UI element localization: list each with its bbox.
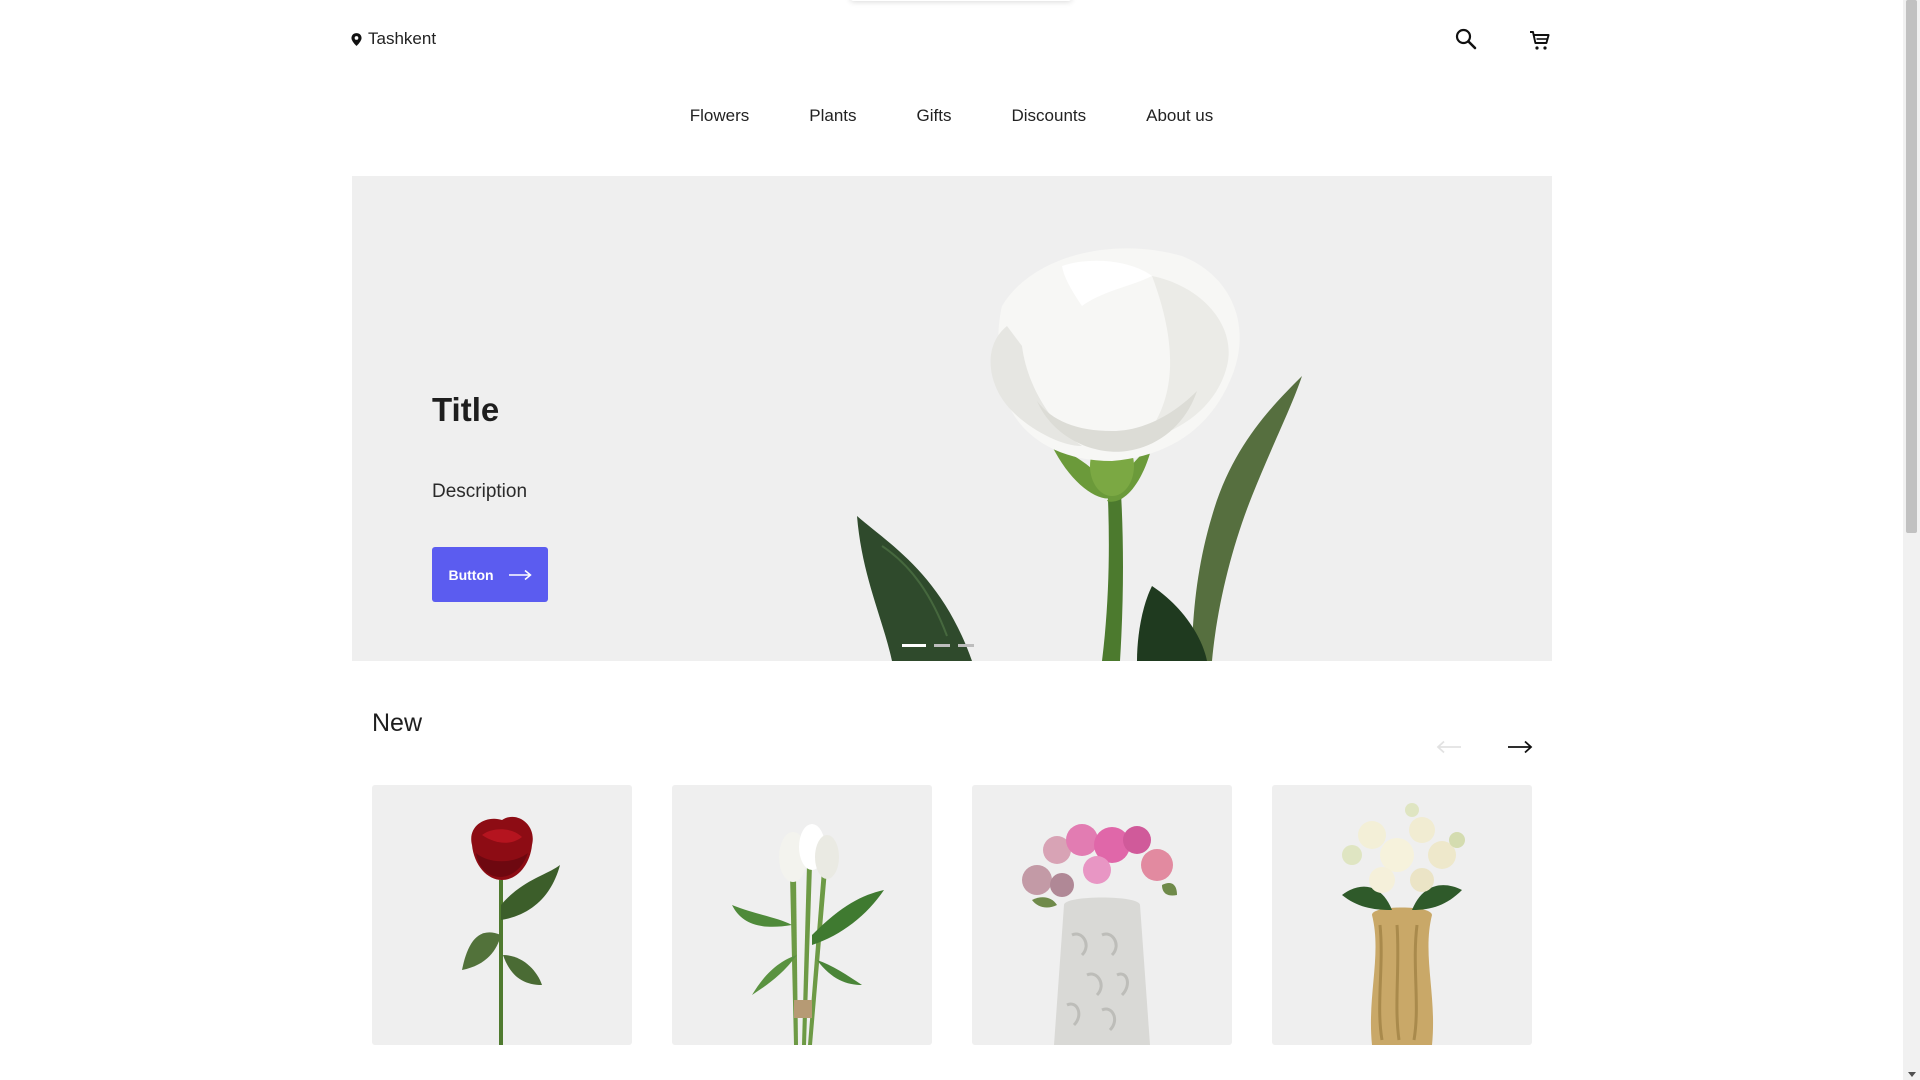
nav-item-gifts[interactable]: Gifts (917, 106, 952, 126)
product-card-cream-bouquet[interactable] (1272, 785, 1532, 1045)
new-products-carousel (372, 785, 1532, 1045)
red-rose-image (462, 816, 560, 1045)
cream-bouquet-image (1342, 803, 1465, 1045)
scroll-down-icon[interactable] (1908, 1072, 1916, 1077)
pink-bouquet-image (1022, 824, 1177, 1045)
location-selector[interactable]: Tashkent (351, 29, 436, 49)
location-label: Tashkent (368, 29, 437, 48)
carousel-prev-arrow-icon[interactable] (1436, 740, 1462, 754)
hero-title: Title (432, 391, 500, 428)
slider-dot-1[interactable] (902, 644, 926, 647)
white-rose-image (857, 248, 1302, 661)
slider-dot-2[interactable] (934, 644, 950, 647)
product-card-white-tulips[interactable] (672, 785, 932, 1045)
main-nav: Flowers Plants Gifts Discounts About us (0, 106, 1903, 126)
scrollbar-thumb[interactable] (1906, 0, 1917, 533)
search-icon[interactable] (1454, 27, 1478, 51)
white-tulips-image (732, 824, 884, 1045)
page-scrollbar[interactable] (1903, 0, 1920, 1080)
nav-item-about-us[interactable]: About us (1146, 106, 1213, 126)
hero-banner: Title Description Button (352, 176, 1552, 661)
carousel-next-arrow-icon[interactable] (1507, 740, 1533, 754)
nav-item-flowers[interactable]: Flowers (690, 106, 750, 126)
cart-icon[interactable] (1528, 29, 1552, 53)
slider-dot-3[interactable] (958, 644, 974, 647)
top-popup-edge (850, 0, 1072, 1)
slider-pagination (902, 644, 974, 647)
map-pin-icon (351, 32, 362, 46)
nav-item-plants[interactable]: Plants (809, 106, 856, 126)
section-title-new: New (372, 709, 423, 737)
product-card-pink-bouquet[interactable] (972, 785, 1232, 1045)
hero-cta-button[interactable]: Button (432, 547, 548, 602)
nav-item-discounts[interactable]: Discounts (1011, 106, 1086, 126)
hero-cta-label: Button (448, 566, 494, 583)
arrow-right-icon (508, 569, 532, 580)
hero-description: Description (432, 481, 528, 502)
product-card-red-rose[interactable] (372, 785, 632, 1045)
